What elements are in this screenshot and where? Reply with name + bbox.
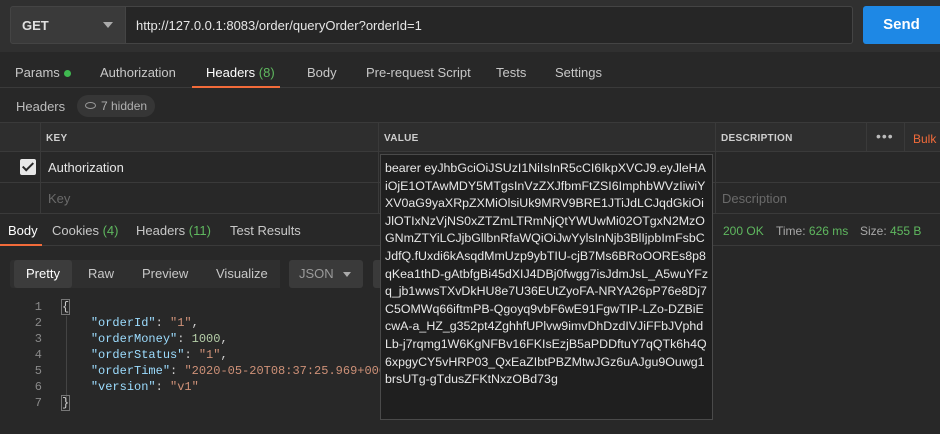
column-key: KEY (46, 133, 68, 144)
format-select[interactable]: JSON (289, 260, 363, 288)
line-number: 4 (34, 348, 42, 362)
code-line: } (60, 395, 71, 411)
row-enabled-checkbox[interactable] (20, 159, 36, 175)
send-button[interactable]: Send (863, 6, 940, 44)
more-options-icon[interactable]: ••• (876, 128, 894, 144)
code-line: "orderId": "1", (90, 316, 199, 330)
line-number: 1 (34, 300, 42, 314)
column-divider (904, 122, 905, 152)
tab-response-body[interactable]: Body (8, 223, 38, 238)
headers-section-label: Headers (16, 99, 66, 114)
code-line: { (60, 299, 71, 315)
method-select[interactable]: GET (10, 6, 126, 44)
params-indicator-icon (63, 70, 71, 78)
tab-response-headers[interactable]: Headers (11) (136, 223, 211, 238)
column-description: DESCRIPTION (721, 133, 793, 144)
tab-cookies[interactable]: Cookies (4) (52, 223, 118, 238)
new-description-input[interactable]: Description (722, 191, 787, 206)
response-size: Size: 455 B (860, 224, 922, 238)
status-code: 200 OK (723, 224, 764, 238)
line-number: 7 (34, 396, 42, 410)
active-tab-underline (192, 86, 280, 88)
tab-test-results[interactable]: Test Results (230, 223, 301, 238)
chevron-down-icon (343, 272, 351, 277)
line-number: 3 (34, 332, 42, 346)
line-number: 6 (34, 380, 42, 394)
request-bar: GET http://127.0.0.1:8083/order/queryOrd… (0, 0, 940, 52)
column-divider (866, 122, 867, 152)
code-line: "orderMoney": 1000, (90, 332, 228, 346)
method-label: GET (22, 18, 49, 33)
url-text: http://127.0.0.1:8083/order/queryOrder?o… (136, 18, 422, 33)
table-header: KEY VALUE DESCRIPTION ••• Bulk (0, 122, 940, 152)
active-tab-underline (0, 244, 42, 246)
format-label: JSON (299, 266, 334, 281)
bulk-edit-link[interactable]: Bulk (913, 132, 936, 146)
view-visualize-button[interactable]: Visualize (204, 260, 280, 288)
url-input[interactable]: http://127.0.0.1:8083/order/queryOrder?o… (126, 6, 853, 44)
header-key-cell[interactable]: Authorization (48, 160, 124, 175)
code-line: "version": "v1" (90, 380, 199, 394)
line-number: 2 (34, 316, 42, 330)
value-tooltip: bearer eyJhbGciOiJSUzI1NiIsInR5cCI6IkpXV… (380, 154, 713, 420)
new-key-input[interactable]: Key (48, 191, 70, 206)
tab-authorization[interactable]: Authorization (100, 65, 176, 80)
tab-body[interactable]: Body (307, 65, 337, 80)
response-time: Time: 626 ms (776, 224, 849, 238)
line-number: 5 (34, 364, 42, 378)
chevron-down-icon (103, 22, 113, 28)
code-line: "orderTime": "2020-05-20T08:37:25.969+00… (90, 364, 408, 378)
headers-subheader: Headers 7 hidden (0, 92, 940, 120)
tab-pre-request-script[interactable]: Pre-request Script (366, 65, 471, 80)
tab-headers[interactable]: Headers (8) (206, 65, 275, 80)
tab-params[interactable]: Params (15, 65, 71, 80)
code-line: "orderStatus": "1", (90, 348, 228, 362)
tab-tests[interactable]: Tests (496, 65, 526, 80)
view-raw-button[interactable]: Raw (76, 260, 127, 288)
view-pretty-button[interactable]: Pretty (14, 260, 72, 288)
request-tabs: Params Authorization Headers (8) Body Pr… (0, 56, 940, 88)
column-value: VALUE (384, 133, 419, 144)
tab-settings[interactable]: Settings (555, 65, 602, 80)
eye-icon (85, 102, 96, 110)
hidden-headers-toggle[interactable]: 7 hidden (77, 95, 156, 117)
view-preview-button[interactable]: Preview (130, 260, 201, 288)
